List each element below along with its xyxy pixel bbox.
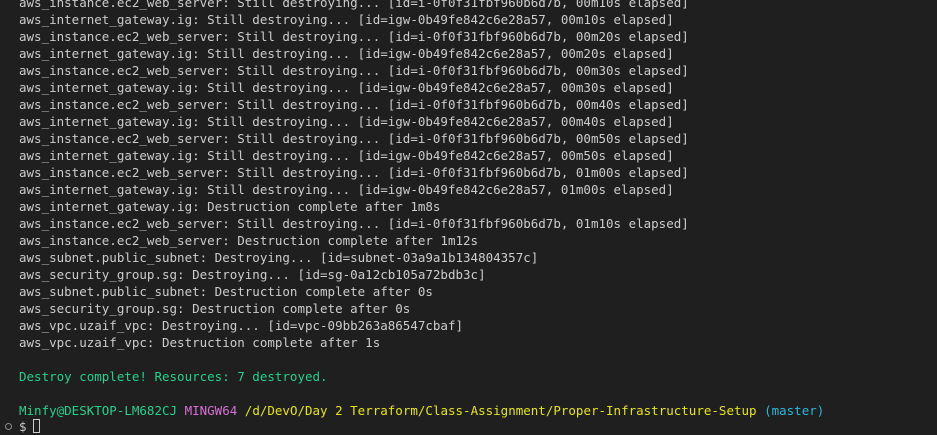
prompt-branch: (master) [764, 403, 825, 418]
output-line: aws_security_group.sg: Destruction compl… [19, 301, 411, 316]
output-line: aws_instance.ec2_web_server: Still destr… [19, 131, 689, 146]
terminal-output: aws_instance.ec2_web_server: Still destr… [19, 0, 937, 419]
text-cursor [33, 419, 40, 433]
output-line: aws_internet_gateway.ig: Still destroyin… [19, 148, 674, 163]
output-line: aws_security_group.sg: Destroying... [id… [19, 267, 486, 282]
output-line: aws_internet_gateway.ig: Still destroyin… [19, 182, 674, 197]
output-line: aws_instance.ec2_web_server: Still destr… [19, 97, 689, 112]
output-line: aws_internet_gateway.ig: Still destroyin… [19, 114, 674, 129]
output-line: aws_instance.ec2_web_server: Still destr… [19, 0, 689, 10]
output-line: aws_instance.ec2_web_server: Still destr… [19, 165, 689, 180]
command-input-row[interactable]: $ [0, 418, 937, 435]
output-line: aws_internet_gateway.ig: Destruction com… [19, 199, 441, 214]
prompt-user-host: Minfy@DESKTOP-LM682CJ [19, 403, 178, 418]
output-line: aws_subnet.public_subnet: Destroying... … [19, 250, 539, 265]
terminal-panel[interactable]: aws_instance.ec2_web_server: Still destr… [0, 0, 937, 435]
destroy-summary: Destroy complete! Resources: 7 destroyed… [19, 369, 328, 384]
output-line: aws_instance.ec2_web_server: Destruction… [19, 233, 479, 248]
output-line: aws_vpc.uzaif_vpc: Destruction complete … [19, 335, 381, 350]
output-line: aws_internet_gateway.ig: Still destroyin… [19, 12, 674, 27]
output-line: aws_instance.ec2_web_server: Still destr… [19, 29, 689, 44]
output-line: aws_subnet.public_subnet: Destruction co… [19, 284, 433, 299]
output-line: aws_instance.ec2_web_server: Still destr… [19, 63, 689, 78]
prompt-path: /d/DevO/Day 2 Terraform/Class-Assignment… [244, 403, 757, 418]
output-line: aws_internet_gateway.ig: Still destroyin… [19, 80, 674, 95]
command-decoration-icon[interactable] [5, 423, 12, 430]
prompt-shell: MINGW64 [184, 403, 238, 418]
shell-prompt: Minfy@DESKTOP-LM682CJ MINGW64 /d/DevO/Da… [19, 402, 937, 419]
output-line: aws_vpc.uzaif_vpc: Destroying... [id=vpc… [19, 318, 464, 333]
output-line: aws_internet_gateway.ig: Still destroyin… [19, 46, 674, 61]
output-line: aws_instance.ec2_web_server: Still destr… [19, 216, 689, 231]
prompt-symbol: $ [19, 419, 27, 434]
